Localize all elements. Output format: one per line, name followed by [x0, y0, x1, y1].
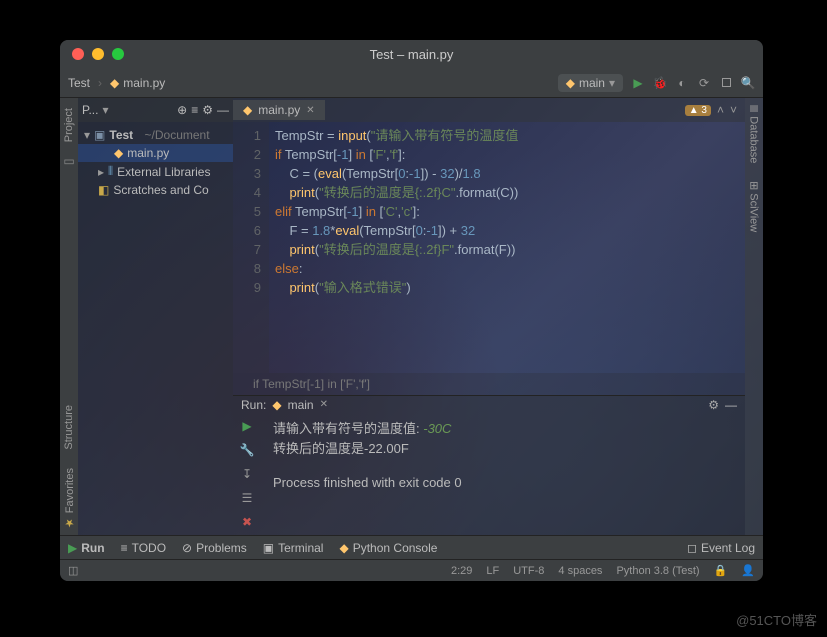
watermark: @51CTO博客 [736, 610, 817, 629]
python-file-icon: ◆ [114, 146, 123, 160]
titlebar: Test – main.py [60, 40, 763, 68]
lock-icon[interactable]: 🔒 [714, 564, 728, 577]
event-log-tab[interactable]: ◻Event Log [687, 541, 755, 555]
folder-icon: ▣ [94, 128, 105, 142]
run-controls: ▶ 🔧 ↧ ☰ ✖ [233, 413, 261, 535]
editor-tab-main[interactable]: ◆ main.py ✕ [233, 100, 325, 120]
run-tab[interactable]: ▶Run [68, 541, 105, 555]
run-button[interactable]: ▶ [631, 76, 645, 90]
run-config-name: main [288, 398, 314, 412]
run-header: Run: ◆ main ✕ ⚙ — [233, 395, 745, 413]
project-panel-header: P... ▾ ⊕ ≡ ⚙ — [78, 98, 233, 122]
tree-file-main[interactable]: ◆ main.py [78, 144, 233, 162]
project-panel: P... ▾ ⊕ ≡ ⚙ — ▾ ▣ Test ~/Document ◆ mai… [78, 98, 233, 535]
code-editor[interactable]: 123456789 TempStr = input("请输入带有符号的温度值if… [233, 122, 745, 373]
python-console-tab[interactable]: ◆Python Console [339, 541, 437, 555]
structure-tool-tab[interactable]: Structure [61, 399, 77, 456]
database-tool-tab[interactable]: ≣ Database [746, 98, 763, 169]
sciview-tool-tab[interactable]: ⊞ SciView [746, 175, 763, 238]
profile-button[interactable]: ⟳ [697, 76, 711, 90]
stop-button[interactable] [719, 76, 733, 90]
console-line: 请输入带有符号的温度值: -30C [273, 419, 733, 439]
delete-icon[interactable]: ✖ [242, 515, 252, 529]
run-console[interactable]: 请输入带有符号的温度值: -30C 转换后的温度是-22.00F Process… [261, 413, 745, 535]
tree-external-libs[interactable]: ▸ ⫴ External Libraries [78, 162, 233, 181]
run-tool-window: Run: ◆ main ✕ ⚙ — ▶ 🔧 ↧ ☰ ✖ [233, 395, 745, 535]
prev-highlight-icon[interactable]: ˄ [717, 103, 724, 117]
window-title: Test – main.py [60, 47, 763, 62]
status-bar: ◫ 2:29 LF UTF-8 4 spaces Python 3.8 (Tes… [60, 559, 763, 581]
ide-window: Test – main.py Test › ◆ main.py ◆ main ▾… [60, 40, 763, 581]
rerun-button[interactable]: ▶ [242, 419, 251, 433]
cursor-position[interactable]: 2:29 [451, 565, 472, 577]
project-tree: ▾ ▣ Test ~/Document ◆ main.py ▸ ⫴ Extern… [78, 122, 233, 203]
bottom-tool-bar: ▶Run ≡TODO ⊘Problems ▣Terminal ◆Python C… [60, 535, 763, 559]
settings-icon[interactable]: ⚙ [202, 103, 213, 117]
tree-root[interactable]: ▾ ▣ Test ~/Document [78, 126, 233, 144]
chevron-right-icon: ▸ [98, 165, 104, 179]
run-config-label: main [579, 76, 605, 90]
editor-breadcrumb-hint[interactable]: if TempStr[-1] in ['F','f'] [233, 373, 745, 395]
run-config-selector[interactable]: ◆ main ▾ [558, 74, 623, 92]
editor-area: ◆ main.py ✕ ▲ 3 ˄ ˅ 123456789 TempStr = … [233, 98, 745, 535]
hide-run-icon[interactable]: — [725, 398, 737, 412]
terminal-tab[interactable]: ▣Terminal [263, 541, 324, 555]
inspection-warning-badge[interactable]: ▲ 3 [685, 105, 711, 116]
tree-scratches[interactable]: ◧ Scratches and Co [78, 181, 233, 199]
bookmarks-icon[interactable]: ▭ [63, 154, 74, 168]
todo-tab[interactable]: ≡TODO [121, 541, 166, 555]
hide-icon[interactable]: — [217, 103, 229, 117]
project-tool-tab[interactable]: Project [61, 102, 77, 148]
wrench-icon[interactable]: 🔧 [240, 443, 255, 457]
navigation-bar: Test › ◆ main.py ◆ main ▾ ▶ 🐞 ◐ ⟳ 🔍 [60, 68, 763, 98]
collapse-icon[interactable]: ≡ [191, 103, 198, 117]
editor-tab-bar: ◆ main.py ✕ ▲ 3 ˄ ˅ [233, 98, 745, 122]
console-line: 转换后的温度是-22.00F [273, 439, 733, 459]
chevron-down-icon: ▾ [84, 128, 90, 142]
chevron-down-icon: ▾ [609, 76, 615, 90]
code-content[interactable]: TempStr = input("请输入带有符号的温度值if TempStr[-… [269, 122, 745, 373]
breadcrumb-project[interactable]: Test [68, 76, 90, 90]
next-highlight-icon[interactable]: ˅ [730, 103, 737, 117]
favorites-tool-tab[interactable]: ★ Favorites [61, 462, 78, 535]
main-area: Project ▭ Structure ★ Favorites P... ▾ ⊕… [60, 98, 763, 535]
file-encoding[interactable]: UTF-8 [513, 565, 544, 577]
run-coverage-button[interactable]: ◐ [675, 76, 689, 90]
project-view-label[interactable]: P... [82, 103, 98, 117]
left-tool-strip: Project ▭ Structure ★ Favorites [60, 98, 78, 535]
scratches-icon: ◧ [98, 183, 109, 197]
library-icon: ⫴ [108, 164, 113, 179]
problems-tab[interactable]: ⊘Problems [182, 541, 247, 555]
tool-window-toggle-icon[interactable]: ◫ [68, 564, 78, 577]
line-separator[interactable]: LF [486, 565, 499, 577]
inspect-icon[interactable]: 👤 [741, 564, 755, 577]
python-file-icon: ◆ [243, 103, 252, 117]
close-tab-icon[interactable]: ✕ [306, 105, 314, 116]
search-icon[interactable]: 🔍 [741, 76, 755, 90]
line-gutter: 123456789 [233, 122, 269, 373]
chevron-down-icon[interactable]: ▾ [102, 103, 108, 117]
python-file-icon: ◆ [110, 76, 119, 90]
print-icon[interactable]: ☰ [242, 491, 253, 505]
breadcrumb-file[interactable]: main.py [123, 76, 165, 90]
scroll-icon[interactable]: ↧ [242, 467, 252, 481]
chevron-right-icon: › [98, 76, 102, 90]
right-tool-strip: ≣ Database ⊞ SciView [745, 98, 763, 535]
breadcrumb[interactable]: Test › ◆ main.py [68, 76, 165, 90]
python-icon: ◆ [272, 398, 281, 412]
run-settings-icon[interactable]: ⚙ [708, 398, 719, 412]
run-label: Run: [241, 398, 266, 412]
interpreter[interactable]: Python 3.8 (Test) [616, 565, 699, 577]
indent-setting[interactable]: 4 spaces [558, 565, 602, 577]
debug-button[interactable]: 🐞 [653, 76, 667, 90]
close-run-tab-icon[interactable]: ✕ [320, 399, 328, 410]
console-line: Process finished with exit code 0 [273, 473, 733, 493]
target-icon[interactable]: ⊕ [177, 103, 187, 117]
editor-tab-label: main.py [258, 103, 300, 117]
python-icon: ◆ [566, 76, 575, 90]
